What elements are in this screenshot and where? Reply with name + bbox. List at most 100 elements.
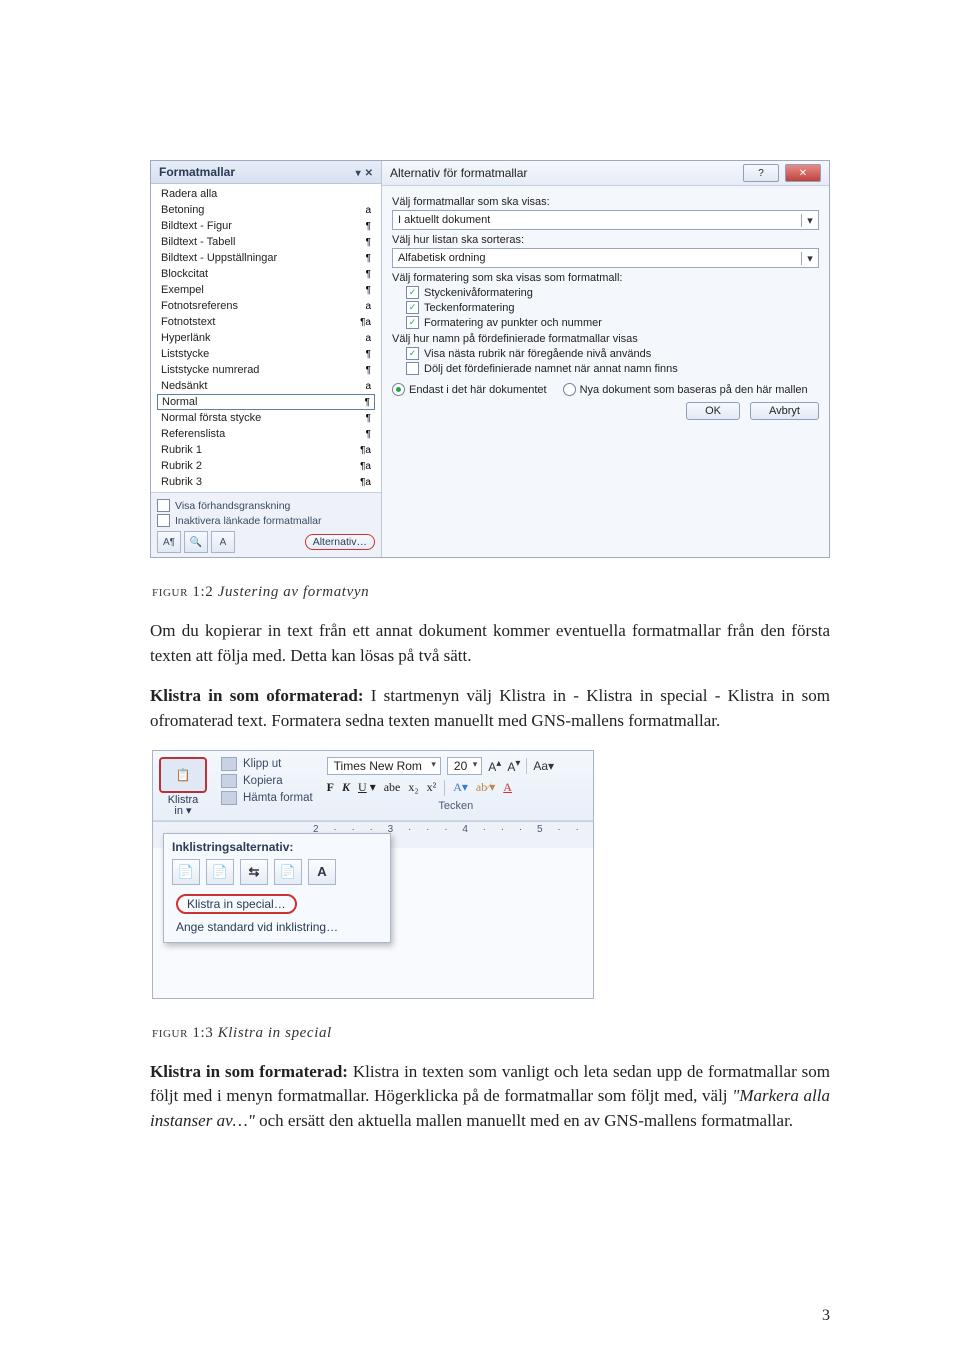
ok-button[interactable]: OK [686,402,740,420]
style-row[interactable]: Radera alla [151,186,381,202]
format-painter-item[interactable]: Hämta format [221,791,313,805]
style-row[interactable]: Bildtext - Uppställningar ¶ [151,250,381,266]
style-name: Fotnotstext [161,316,215,328]
style-name: Bildtext - Uppställningar [161,252,277,264]
close-icon[interactable]: ✕ [365,168,373,179]
style-type-mark: ¶ [365,397,370,408]
italic-button[interactable]: K [342,780,350,795]
style-name: Normal första stycke [161,412,261,424]
style-row[interactable]: Hyperlänka [151,330,381,346]
page-number: 3 [822,1307,830,1325]
options-button[interactable]: Alternativ… [305,534,375,550]
paste-keep-dest-icon[interactable]: 📄 [274,859,302,885]
style-type-mark: ¶a [360,477,371,488]
show-next-checkbox[interactable]: ✓Visa nästa rubrik när föregående nivå a… [406,347,819,360]
style-row[interactable]: Blockcitat¶ [151,266,381,282]
figure-1-3-screenshot: 📋 Klistrain ▾ Klipp ut Kopiera Hämta for… [152,750,594,999]
preview-checkbox[interactable]: Visa förhandsgranskning [157,499,375,512]
style-row[interactable]: Referenslista ¶ [151,426,381,442]
copy-icon [221,774,237,788]
scissors-icon [221,757,237,771]
paragraph-2: Klistra in som oformaterad: I startmenyn… [150,684,830,733]
style-name: Bildtext - Figur [161,220,232,232]
style-name: Liststycke numrerad [161,364,259,376]
style-type-mark: ¶ [366,349,371,360]
style-type-mark: ¶a [360,445,371,456]
paste-button[interactable]: 📋 [159,757,207,793]
change-case-icon[interactable]: Aa▾ [533,759,554,773]
style-row[interactable]: Fotnotstext¶a [151,314,381,330]
strike-button[interactable]: abe [384,780,401,795]
style-type-mark: ¶ [366,285,371,296]
style-row[interactable]: Rubrik 2¶a [151,458,381,474]
underline-button[interactable]: U ▾ [358,780,376,795]
figure-1-2-screenshot: Formatmallar ▾✕ Radera allaBetoningaBild… [150,160,830,558]
style-row[interactable]: Nedsänkta [151,378,381,394]
paragraph-3: Klistra in som formaterad: Klistra in te… [150,1060,830,1134]
style-row[interactable]: Rubrik 1 ¶a [151,442,381,458]
style-name: Rubrik 1 [161,444,202,456]
para-format-checkbox[interactable]: ✓Styckenivåformatering [406,286,819,299]
text-effects-button[interactable]: A▾ [453,780,468,795]
font-name-combo[interactable]: Times New Rom [327,757,441,775]
superscript-button[interactable]: x² [427,780,437,795]
style-type-mark: ¶a [360,461,371,472]
font-color-button[interactable]: A [503,780,512,795]
style-name: Blockcitat [161,268,208,280]
style-row[interactable]: Bildtext - Tabell¶ [151,234,381,250]
style-row[interactable]: Betoninga [151,202,381,218]
paste-merge-icon[interactable]: 📄 [206,859,234,885]
bullet-format-checkbox[interactable]: ✓Formatering av punkter och nummer [406,316,819,329]
show-styles-label: Välj formatmallar som ska visas: [392,196,819,208]
char-format-checkbox[interactable]: ✓Teckenformatering [406,301,819,314]
style-row[interactable]: Normal första stycke ¶ [151,410,381,426]
style-row[interactable]: Bildtext - Figur¶ [151,218,381,234]
hide-name-checkbox[interactable]: Dölj det fördefinierade namnet när annat… [406,362,819,375]
new-doc-radio[interactable]: Nya dokument som baseras på den här mall… [563,383,808,396]
only-this-doc-radio[interactable]: Endast i det här dokumentet [392,383,547,396]
cancel-button[interactable]: Avbryt [750,402,819,420]
style-row[interactable]: Normal¶ [157,394,375,410]
set-default-paste-item[interactable]: Ange standard vid inklistring… [176,920,382,934]
style-row[interactable]: Exempel ¶ [151,282,381,298]
subscript-button[interactable]: x₂ [408,780,418,795]
style-name: Exempel [161,284,204,296]
paste-options-popup: Inklistringsalternativ: 📄 📄 ⇆ 📄 A Klistr… [163,833,391,943]
paste-keep-source-icon[interactable]: 📄 [172,859,200,885]
font-size-combo[interactable]: 20 [447,757,482,775]
style-row[interactable]: Liststycke¶ [151,346,381,362]
highlight-button[interactable]: ab⁄▾ [476,780,495,795]
close-button[interactable]: ✕ [785,164,821,182]
style-row[interactable]: Fotnotsreferensa [151,298,381,314]
disable-linked-checkbox[interactable]: Inaktivera länkade formatmallar [157,514,375,527]
manage-styles-button[interactable]: A [211,531,235,553]
help-button[interactable]: ? [743,164,779,182]
style-name: Bildtext - Tabell [161,236,235,248]
cut-item[interactable]: Klipp ut [221,757,313,771]
styles-list[interactable]: Radera allaBetoningaBildtext - Figur¶Bil… [151,184,381,492]
sort-combo[interactable]: Alfabetisk ordning▾ [392,248,819,268]
style-name: Fotnotsreferens [161,300,238,312]
style-name: Nedsänkt [161,380,207,392]
paste-text-only-icon[interactable]: A [308,859,336,885]
style-name: Referenslista [161,428,225,440]
grow-font-icon[interactable]: A▴ [488,758,501,774]
copy-item[interactable]: Kopiera [221,774,313,788]
new-style-button[interactable]: A¶ [157,531,181,553]
style-type-mark: ¶ [366,429,371,440]
style-inspector-button[interactable]: 🔍 [184,531,208,553]
bold-button[interactable]: F [327,780,334,795]
style-row[interactable]: Rubrik 3¶a [151,474,381,490]
style-row[interactable]: Liststycke numrerad¶ [151,362,381,378]
paragraph-1: Om du kopierar in text från ett annat do… [150,619,830,668]
figure-1-2-caption: figur 1:2 Justering av formatvyn [152,584,830,601]
formatting-label: Välj formatering som ska visas som forma… [392,272,819,284]
dropdown-icon[interactable]: ▾ [356,168,361,179]
paste-picture-icon[interactable]: ⇆ [240,859,268,885]
brush-icon [221,791,237,805]
paste-special-item[interactable]: Klistra in special… [176,894,297,914]
style-type-mark: ¶ [366,253,371,264]
show-styles-combo[interactable]: I aktuellt dokument▾ [392,210,819,230]
shrink-font-icon[interactable]: A▾ [507,758,520,774]
style-type-mark: ¶ [366,413,371,424]
